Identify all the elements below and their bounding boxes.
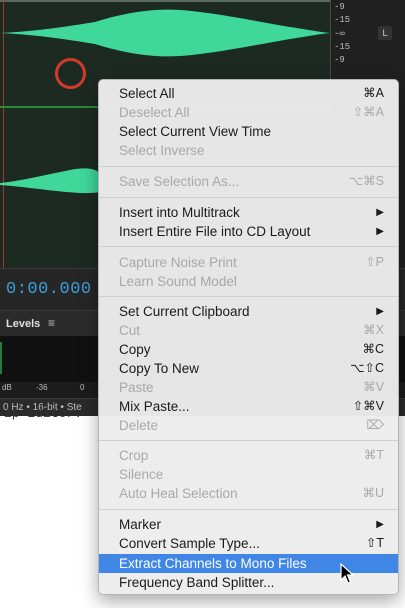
menu-item-capture-noise-print: Capture Noise Print ⇧P — [99, 253, 398, 272]
menu-item-label: Select All — [119, 86, 175, 101]
menu-item-label: Insert into Multitrack — [119, 205, 240, 220]
waveform-right-channel — [0, 168, 100, 194]
menu-item-label: Auto Heal Selection — [119, 486, 238, 501]
menu-item-learn-sound-model: Learn Sound Model — [99, 272, 398, 291]
menu-item-insert-entire-file-into-cd-layout[interactable]: Insert Entire File into CD Layout ▶ — [99, 222, 398, 241]
meter-scale-label: -36 — [36, 383, 48, 392]
meter-scale-label: dB — [2, 383, 12, 392]
menu-item-cut: Cut ⌘X — [99, 321, 398, 340]
menu-item-label: Capture Noise Print — [119, 255, 237, 270]
menu-item-shortcut: ⌘C — [362, 342, 384, 356]
ruler-tick: -15 — [334, 42, 351, 52]
menu-item-shortcut: ⇧P — [365, 255, 384, 269]
delete-key-icon: ⌦ — [366, 418, 384, 432]
context-menu: Select All ⌘A Deselect All ⇧⌘A Select Curr… — [98, 79, 399, 595]
menu-item-label: Paste — [119, 380, 154, 395]
meter-bar — [0, 342, 2, 374]
hamburger-icon[interactable]: ≡ — [48, 316, 55, 330]
waveform-left-channel — [0, 9, 330, 57]
menu-item-label: Extract Channels to Mono Files — [119, 556, 307, 571]
menu-item-label: Select Current View Time — [119, 124, 272, 139]
submenu-arrow-icon: ▶ — [376, 207, 384, 218]
menu-item-select-all[interactable]: Select All ⌘A — [99, 84, 398, 103]
menu-item-save-selection-as: Save Selection As... ⌥⌘S — [99, 172, 398, 191]
menu-item-shortcut: ⇧⌘V — [352, 399, 384, 413]
menu-item-label: Silence — [119, 467, 164, 482]
menu-item-crop: Crop ⌘T — [99, 446, 398, 465]
menu-item-shortcut: ⌘V — [363, 380, 384, 394]
submenu-arrow-icon: ▶ — [376, 519, 384, 530]
menu-separator — [99, 296, 398, 297]
menu-item-shortcut: ⌘T — [363, 448, 384, 462]
menu-item-label: Cut — [119, 323, 141, 338]
menu-item-label: Insert Entire File into CD Layout — [119, 224, 311, 239]
menu-item-label: Deselect All — [119, 105, 190, 120]
marker-circle — [55, 58, 86, 89]
menu-item-label: Select Inverse — [119, 143, 205, 158]
menu-separator — [99, 197, 398, 198]
ruler-tick: -∞ — [334, 29, 345, 39]
menu-item-insert-into-multitrack[interactable]: Insert into Multitrack ▶ — [99, 203, 398, 222]
menu-item-shortcut: ⌘U — [362, 486, 384, 500]
menu-item-deselect-all: Deselect All ⇧⌘A — [99, 103, 398, 122]
menu-item-select-inverse: Select Inverse — [99, 141, 398, 160]
menu-item-label: Convert Sample Type... — [119, 536, 260, 551]
menu-item-copy-to-new[interactable]: Copy To New ⌥⇧C — [99, 359, 398, 378]
menu-item-paste: Paste ⌘V — [99, 378, 398, 397]
ruler-tick: -15 — [334, 15, 351, 25]
submenu-arrow-icon: ▶ — [376, 226, 384, 237]
timecode-display[interactable]: 0:00.000 — [6, 280, 92, 299]
menu-item-shortcut: ⌥⌘S — [348, 174, 384, 188]
ruler-tick: -9 — [334, 55, 345, 65]
menu-item-label: Learn Sound Model — [119, 274, 237, 289]
menu-item-mix-paste[interactable]: Mix Paste... ⇧⌘V — [99, 397, 398, 416]
menu-item-shortcut: ⇧T — [365, 536, 384, 550]
menu-item-label: Set Current Clipboard — [119, 304, 250, 319]
menu-item-marker[interactable]: Marker ▶ — [99, 515, 398, 534]
menu-item-label: Copy To New — [119, 361, 200, 376]
menu-item-shortcut: ⌘A — [363, 86, 384, 100]
menu-item-label: Marker — [119, 517, 162, 532]
ruler-tick: -9 — [334, 2, 345, 12]
menu-item-convert-sample-type[interactable]: Convert Sample Type... ⇧T — [99, 534, 398, 553]
menu-item-label: Delete — [119, 418, 159, 433]
menu-separator — [99, 166, 398, 167]
channel-label[interactable]: L — [378, 26, 392, 40]
menu-item-label: Mix Paste... — [119, 399, 190, 414]
submenu-arrow-icon: ▶ — [376, 306, 384, 317]
menu-item-auto-heal-selection: Auto Heal Selection ⌘U — [99, 484, 398, 503]
menu-item-silence: Silence — [99, 465, 398, 484]
document-text: ip Editor. — [4, 406, 83, 421]
menu-separator — [99, 440, 398, 441]
menu-item-shortcut: ⌘X — [363, 323, 384, 337]
menu-item-label: Save Selection As... — [119, 174, 240, 189]
mouse-pointer-icon — [340, 563, 355, 584]
menu-item-label: Copy — [119, 342, 151, 357]
menu-item-delete: Delete ⌦ — [99, 416, 398, 435]
menu-item-label: Crop — [119, 448, 149, 463]
menu-separator — [99, 246, 398, 247]
levels-title: Levels — [6, 318, 41, 330]
menu-item-copy[interactable]: Copy ⌘C — [99, 340, 398, 359]
menu-item-shortcut: ⇧⌘A — [352, 105, 384, 119]
menu-item-label: Frequency Band Splitter... — [119, 575, 275, 590]
menu-item-set-current-clipboard[interactable]: Set Current Clipboard ▶ — [99, 302, 398, 321]
menu-item-select-current-view-time[interactable]: Select Current View Time — [99, 122, 398, 141]
menu-item-shortcut: ⌥⇧C — [350, 361, 384, 375]
meter-scale-label: 0 — [80, 383, 85, 392]
menu-separator — [99, 509, 398, 510]
